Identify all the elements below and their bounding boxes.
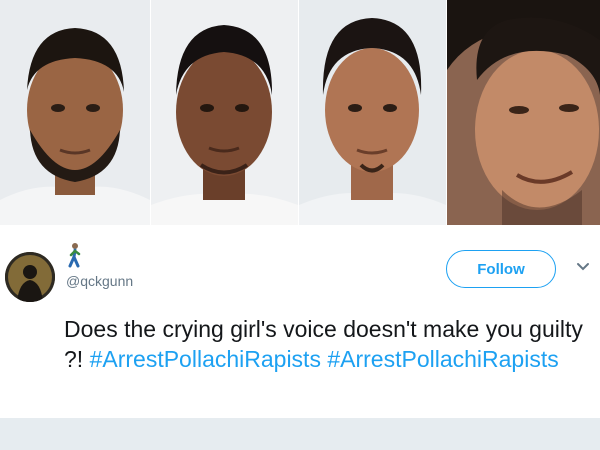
follow-button[interactable]: Follow [446, 250, 556, 288]
user-handle[interactable]: @qckgunn [66, 273, 133, 289]
avatar[interactable] [5, 252, 55, 302]
hashtag-link[interactable]: #ArrestPollachiRapists [90, 346, 321, 372]
tweet-card: @qckgunn Follow Does the crying girl's v… [0, 228, 600, 418]
photo-strip [0, 0, 600, 228]
hashtag-link[interactable]: #ArrestPollachiRapists [327, 346, 558, 372]
tweet-text: Does the crying girl's voice doesn't mak… [64, 314, 594, 374]
portrait-photo-3 [299, 0, 446, 225]
bottom-band [0, 418, 600, 450]
chevron-down-icon[interactable] [576, 262, 590, 272]
walking-person-icon [68, 243, 81, 268]
portrait-photo-4 [447, 0, 600, 225]
portrait-photo-1 [0, 0, 150, 225]
portrait-photo-2 [151, 0, 298, 225]
